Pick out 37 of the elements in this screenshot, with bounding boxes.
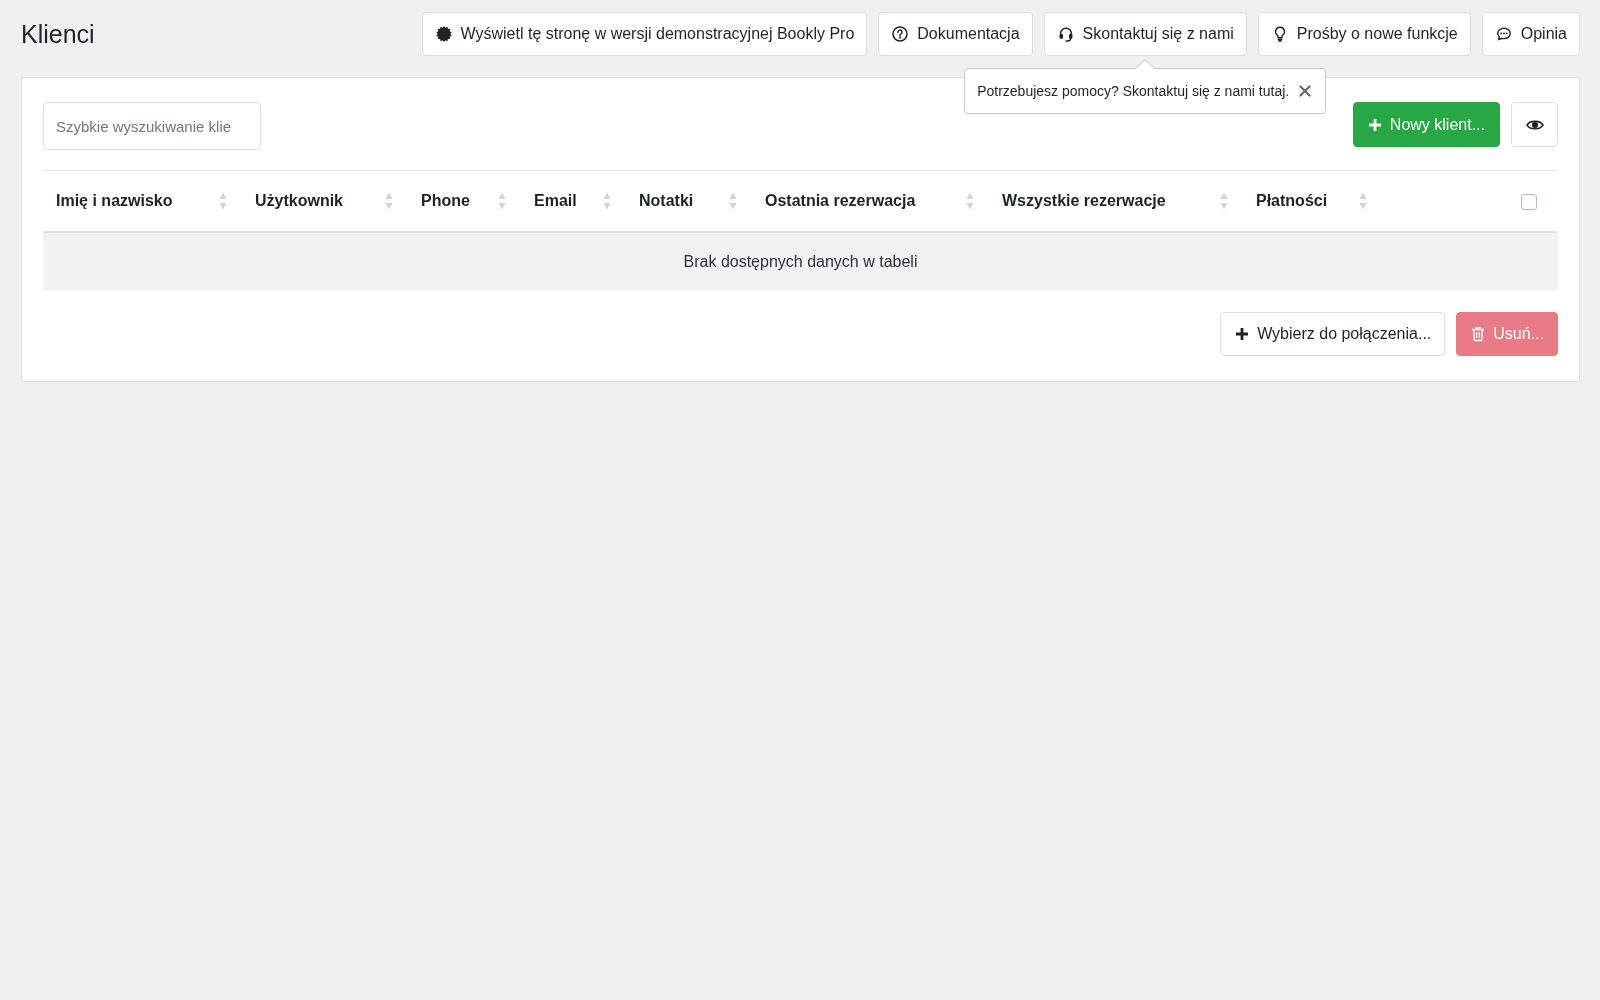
- column-header[interactable]: Notatki: [639, 192, 694, 210]
- sort-icon[interactable]: [1358, 190, 1368, 212]
- plus-icon: [1367, 117, 1382, 132]
- sort-icon[interactable]: [728, 190, 738, 212]
- sort-icon[interactable]: [384, 190, 394, 212]
- column-header[interactable]: Email: [534, 192, 577, 210]
- column-header[interactable]: Użytkownik: [255, 192, 343, 210]
- page-title: Klienci: [21, 19, 95, 50]
- trash-icon: [1471, 326, 1486, 342]
- column-header[interactable]: Ostatnia rezerwacja: [765, 192, 916, 210]
- demo-button[interactable]: Wyświetl tę stronę w wersji demonstracyjnej Bookly Pro: [421, 12, 868, 56]
- sort-icon[interactable]: [965, 190, 975, 212]
- column-header[interactable]: Phone: [421, 192, 470, 210]
- search-field[interactable]: Szybkie wyszukiwanie klie: [43, 102, 261, 150]
- merge-button[interactable]: Wybierz do połączenia...: [1220, 312, 1446, 356]
- contact-button[interactable]: Skontaktuj się z nami: [1043, 12, 1247, 56]
- plus-icon: [1235, 327, 1250, 341]
- select-all-checkbox[interactable]: [1521, 193, 1537, 210]
- column-header[interactable]: Imię i nazwisko: [56, 192, 173, 210]
- starburst-icon: [435, 26, 452, 42]
- close-icon: [1299, 85, 1312, 97]
- documentation-button[interactable]: Dokumentacja: [878, 12, 1033, 56]
- visibility-button[interactable]: [1511, 102, 1558, 147]
- column-header[interactable]: Wszystkie rezerwacje: [1002, 192, 1166, 210]
- feature-request-button[interactable]: Prośby o nowe funkcje: [1257, 12, 1471, 56]
- sort-icon[interactable]: [602, 190, 612, 212]
- sort-icon[interactable]: [218, 190, 228, 212]
- feedback-button[interactable]: Opinia: [1481, 12, 1580, 56]
- column-header[interactable]: Płatności: [1256, 192, 1328, 210]
- close-button[interactable]: [1299, 85, 1312, 97]
- sort-icon[interactable]: [497, 190, 507, 212]
- headset-icon: [1057, 26, 1074, 42]
- speech-bubble-icon: [1495, 26, 1512, 42]
- popover-text: Potrzebujesz pomocy? Skontaktuj się z nami tutaj.: [977, 82, 1290, 101]
- help-icon: [892, 26, 909, 42]
- empty-table-message: Brak dostępnych danych w tabeli: [683, 253, 918, 270]
- sort-icon[interactable]: [1219, 190, 1229, 212]
